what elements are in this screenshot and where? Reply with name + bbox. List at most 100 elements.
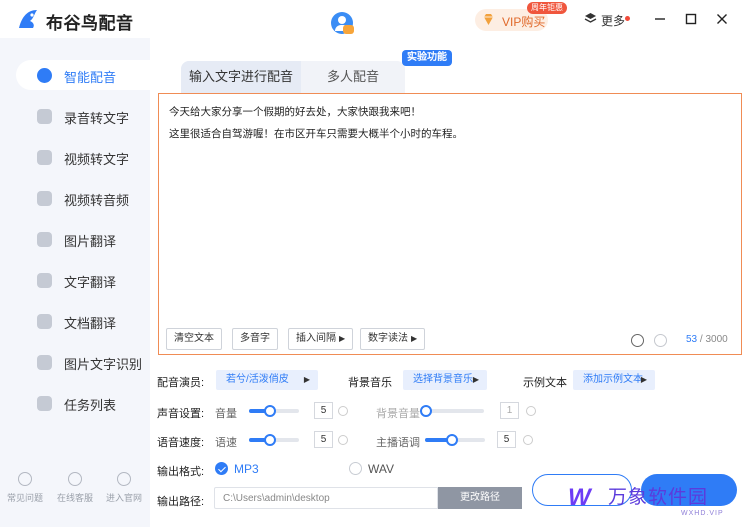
output-path-input[interactable]: C:\Users\admin\desktop — [214, 487, 438, 509]
audio-to-text-icon — [37, 109, 52, 124]
task-list-icon — [37, 396, 52, 411]
main-panel: 输入文字进行配音 多人配音 实验功能 今天给大家分享一个假期的好去处，大家快跟我… — [150, 38, 750, 527]
tone-knob[interactable] — [446, 434, 458, 446]
reset-icon[interactable] — [523, 435, 533, 445]
sample-text-label: 示例文本 — [523, 377, 567, 389]
website-link[interactable]: 进入官网 — [102, 472, 146, 504]
watermark-text: 万象软件园 — [608, 487, 709, 508]
faq-link[interactable]: 常见问题 — [3, 472, 47, 504]
sample-text-value: 添加示例文本 — [583, 374, 643, 385]
sidebar-item-video-to-audio[interactable]: 视频转音频 — [16, 183, 150, 213]
app-title: 布谷鸟配音 — [46, 14, 134, 33]
app-logo-icon — [19, 10, 37, 28]
sidebar-item-label: 文档翻译 — [64, 316, 117, 331]
reset-icon[interactable] — [526, 406, 536, 416]
sidebar-item-video-to-text[interactable]: 视频转文字 — [16, 142, 150, 172]
smart-dubbing-icon — [37, 68, 52, 83]
number-reading-button[interactable]: 数字读法 ▶ — [360, 328, 426, 350]
volume-knob[interactable] — [264, 405, 276, 417]
bg-volume-slider[interactable] — [420, 405, 484, 417]
sidebar-item-label: 录音转文字 — [64, 111, 130, 126]
clear-text-button[interactable]: 清空文本 — [166, 328, 222, 350]
diamond-icon — [484, 14, 493, 25]
bg-volume-knob[interactable] — [420, 405, 432, 417]
tone-value[interactable]: 5 — [497, 431, 516, 448]
clear-text-label: 清空文本 — [174, 333, 214, 344]
tab-multi-dubbing[interactable]: 多人配音 — [301, 61, 405, 93]
text-translate-icon — [37, 273, 52, 288]
count-max: 3000 — [705, 334, 728, 345]
watermark-subtext: WXHD.VIP — [681, 510, 724, 517]
voice-label: 配音演员: — [157, 377, 205, 389]
sidebar-item-smart-dubbing[interactable]: 智能配音 — [16, 60, 150, 90]
sidebar-item-text-translate[interactable]: 文字翻译 — [16, 265, 150, 295]
mp3-label[interactable]: MP3 — [234, 462, 259, 476]
ocr-icon — [37, 355, 52, 370]
rate-value[interactable]: 5 — [314, 431, 333, 448]
more-label: 更多 — [601, 14, 626, 28]
polyphone-button[interactable]: 多音字 — [232, 328, 278, 350]
reset-icon[interactable] — [338, 435, 348, 445]
close-icon[interactable] — [715, 12, 729, 26]
wav-radio[interactable] — [349, 462, 362, 475]
sidebar-item-ocr[interactable]: 图片文字识别 — [16, 347, 150, 377]
maximize-icon[interactable] — [684, 12, 698, 26]
number-reading-label: 数字读法 — [368, 333, 408, 344]
online-support-link[interactable]: 在线客服 — [53, 472, 97, 504]
change-path-button[interactable]: 更改路径 — [438, 487, 522, 509]
sidebar-item-document-translate[interactable]: 文档翻译 — [16, 306, 150, 336]
volume-value[interactable]: 5 — [314, 402, 333, 419]
editor-line: 今天给大家分享一个假期的好去处，大家快跟我来吧！ — [169, 106, 421, 118]
vip-label: VIP购买 — [502, 15, 546, 29]
text-editor[interactable]: 今天给大家分享一个假期的好去处，大家快跟我来吧！ 这里很适合自驾游喔！在市区开车… — [158, 93, 742, 355]
play-arrow-icon: ▶ — [303, 375, 310, 384]
bgm-label: 背景音乐 — [348, 377, 392, 389]
wav-label[interactable]: WAV — [368, 462, 394, 476]
watermark: W 万象软件园 WXHD.VIP — [550, 470, 750, 527]
sidebar: 智能配音 录音转文字 视频转文字 视频转音频 图片翻译 文字翻译 文档翻译 图片… — [0, 38, 150, 527]
faq-label: 常见问题 — [6, 493, 43, 503]
sidebar-item-audio-to-text[interactable]: 录音转文字 — [16, 101, 150, 131]
speech-speed-label: 语音速度: — [157, 437, 205, 449]
website-label: 进入官网 — [105, 493, 142, 503]
minimize-icon[interactable] — [653, 12, 667, 26]
tab-text-dubbing[interactable]: 输入文字进行配音 — [181, 61, 301, 93]
tab-bar: 输入文字进行配音 多人配音 — [181, 61, 405, 93]
voice-select[interactable]: 若兮/活泼俏皮 ▶ — [216, 370, 318, 390]
mp3-radio[interactable] — [215, 462, 228, 475]
website-icon — [117, 472, 131, 486]
document-translate-icon — [37, 314, 52, 329]
tone-slider[interactable] — [425, 434, 485, 446]
play-arrow-icon: ▶ — [411, 334, 418, 343]
sidebar-item-task-list[interactable]: 任务列表 — [16, 388, 150, 418]
sidebar-item-label: 文字翻译 — [64, 275, 117, 290]
play-arrow-icon: ▶ — [472, 375, 479, 384]
bg-volume-value[interactable]: 1 — [500, 402, 519, 419]
output-path-label: 输出路径: — [157, 496, 205, 508]
character-count: 53 / 3000 — [686, 334, 728, 345]
sidebar-item-label: 任务列表 — [64, 398, 117, 413]
rate-knob[interactable] — [264, 434, 276, 446]
sidebar-item-label: 图片翻译 — [64, 234, 117, 249]
volume-slider[interactable] — [249, 405, 299, 417]
play-arrow-icon: ▶ — [640, 375, 647, 384]
notification-dot — [625, 16, 630, 21]
bgm-select[interactable]: 选择背景音乐 ▶ — [403, 370, 487, 390]
bgm-value: 选择背景音乐 — [413, 374, 473, 385]
online-support-label: 在线客服 — [56, 493, 93, 503]
sound-settings-label: 声音设置: — [157, 408, 205, 420]
sidebar-item-image-translate[interactable]: 图片翻译 — [16, 224, 150, 254]
redo-icon[interactable] — [654, 334, 667, 347]
title-bar: 布谷鸟配音 VIP购买 周年钜惠 更多 — [0, 0, 750, 38]
vip-promo-tag: 周年钜惠 — [527, 2, 567, 14]
support-icon — [68, 472, 82, 486]
rate-slider[interactable] — [249, 434, 299, 446]
reset-icon[interactable] — [338, 406, 348, 416]
image-translate-icon — [37, 232, 52, 247]
polyphone-label: 多音字 — [240, 333, 270, 344]
sample-text-select[interactable]: 添加示例文本 ▶ — [573, 370, 655, 390]
video-to-text-icon — [37, 150, 52, 165]
insert-pause-button[interactable]: 插入间隔 ▶ — [288, 328, 354, 350]
undo-icon[interactable] — [631, 334, 644, 347]
play-arrow-icon: ▶ — [339, 334, 346, 343]
